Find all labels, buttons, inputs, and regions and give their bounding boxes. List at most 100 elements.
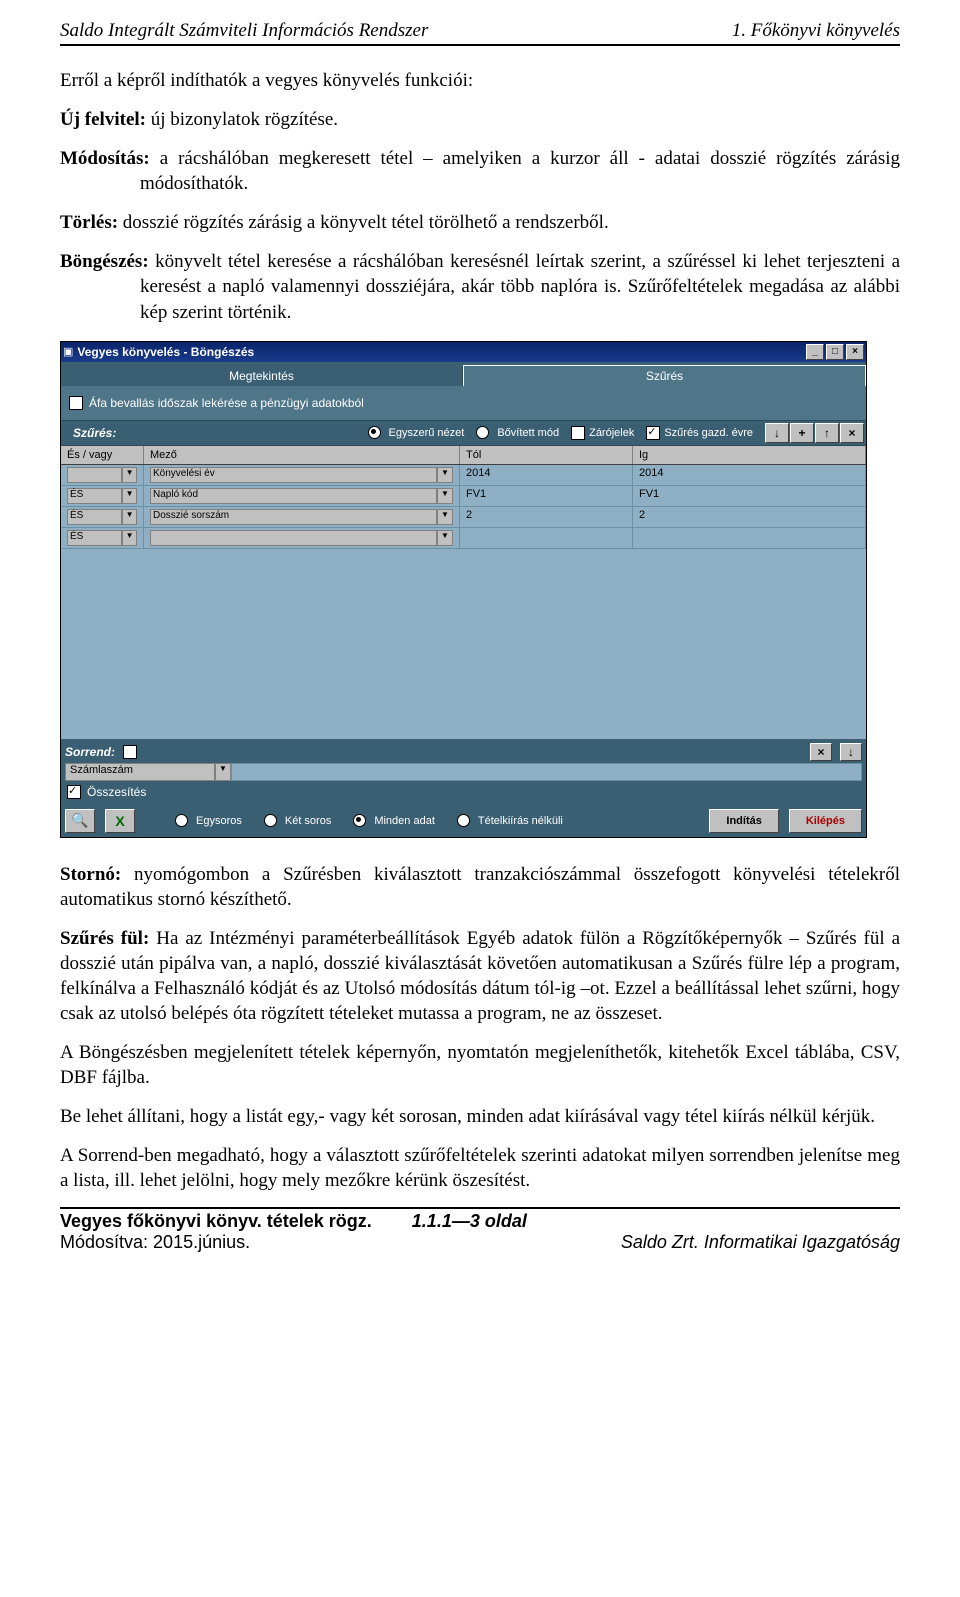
radio-egysoros[interactable] bbox=[175, 814, 188, 827]
checkbox-osszesites-label: Összesítés bbox=[87, 785, 146, 799]
from-cell[interactable]: 2 bbox=[460, 507, 633, 527]
close-button[interactable]: × bbox=[846, 344, 864, 360]
footer-modified: Módosítva: 2015.június. bbox=[60, 1232, 250, 1253]
tabbar: Megtekintés Szűrés bbox=[61, 362, 866, 386]
from-cell[interactable]: 2014 bbox=[460, 465, 633, 485]
field-dropdown[interactable]: Napló kód bbox=[150, 488, 437, 504]
lead-szuresful: Szűrés fül: bbox=[60, 928, 149, 949]
filter-row: ÉS▼ Dosszié sorszám▼ 2 2 bbox=[61, 507, 866, 528]
filter-label: Szűrés: bbox=[63, 426, 126, 440]
radio-egyszeru[interactable] bbox=[368, 426, 381, 439]
col-es-vagy: És / vagy bbox=[61, 446, 144, 464]
para-storno: Stornó: nyomógombon a Szűrésben kiválasz… bbox=[60, 862, 900, 912]
doc-footer: Vegyes főkönyvi könyv. tételek rögz. 1.1… bbox=[60, 1207, 900, 1253]
sorrend-delete-button[interactable]: × bbox=[810, 743, 832, 761]
tab-megtekintes[interactable]: Megtekintés bbox=[61, 366, 463, 386]
dropdown-arrow-icon[interactable]: ▼ bbox=[437, 509, 453, 525]
radio-egyszeru-label: Egyszerű nézet bbox=[389, 427, 465, 439]
radio-bovitett[interactable] bbox=[476, 426, 489, 439]
checkbox-afa[interactable] bbox=[69, 396, 83, 410]
para-intro: Erről a képről indíthatók a vegyes könyv… bbox=[60, 68, 900, 93]
filter-row: ÉS▼ ▼ bbox=[61, 528, 866, 549]
col-mezo: Mező bbox=[144, 446, 460, 464]
text-modositas: a rácshálóban megkeresett tétel – amelyi… bbox=[140, 148, 900, 194]
para-bongeszes: Böngészés: könyvelt tétel keresése a rác… bbox=[60, 249, 900, 324]
excel-button[interactable]: X bbox=[105, 809, 135, 833]
radio-tetelnelkul[interactable] bbox=[457, 814, 470, 827]
sorrend-label: Sorrend: bbox=[65, 745, 115, 759]
dropdown-arrow-icon[interactable]: ▼ bbox=[122, 488, 137, 504]
lead-torles: Törlés: bbox=[60, 212, 118, 233]
to-cell[interactable] bbox=[633, 528, 866, 548]
filter-add-button[interactable]: + bbox=[790, 423, 814, 443]
field-dropdown[interactable]: Könyvelési év bbox=[150, 467, 437, 483]
sort-field-dropdown[interactable]: Számlaszám bbox=[65, 763, 215, 781]
op-dropdown[interactable] bbox=[67, 467, 122, 483]
dropdown-arrow-icon[interactable]: ▼ bbox=[437, 530, 453, 546]
magnifier-icon: 🔍 bbox=[71, 812, 88, 829]
minimize-button[interactable]: _ bbox=[806, 344, 824, 360]
filter-up-button[interactable]: ↑ bbox=[815, 423, 839, 443]
lead-storno: Stornó: bbox=[60, 864, 121, 885]
radio-tetelnelkul-label: Tételkiírás nélküli bbox=[478, 815, 563, 827]
header-right: 1. Főkönyvi könyvelés bbox=[732, 20, 900, 42]
dropdown-arrow-icon[interactable]: ▼ bbox=[122, 530, 137, 546]
checkbox-afa-label: Áfa bevallás időszak lekérése a pénzügyi… bbox=[89, 396, 364, 410]
radio-ketsoros-label: Két soros bbox=[285, 815, 331, 827]
lead-modositas: Módosítás: bbox=[60, 148, 150, 169]
dropdown-arrow-icon[interactable]: ▼ bbox=[437, 488, 453, 504]
col-tol: Tól bbox=[460, 446, 633, 464]
text-szuresful: Ha az Intézményi paraméterbeállítások Eg… bbox=[60, 928, 900, 1024]
sorrend-down-button[interactable]: ↓ bbox=[840, 743, 862, 761]
para-torles: Törlés: dosszié rögzítés zárásig a könyv… bbox=[60, 210, 900, 235]
from-cell[interactable]: FV1 bbox=[460, 486, 633, 506]
to-cell[interactable]: 2 bbox=[633, 507, 866, 527]
checkbox-zarojel[interactable] bbox=[571, 426, 585, 440]
tab-szures[interactable]: Szűrés bbox=[463, 365, 866, 386]
preview-button[interactable]: 🔍 bbox=[65, 809, 95, 833]
sort-empty-field bbox=[231, 763, 862, 781]
window-title: Vegyes könyvelés - Böngészés bbox=[77, 345, 806, 359]
to-cell[interactable]: FV1 bbox=[633, 486, 866, 506]
para-sorrend: A Sorrend-ben megadható, hogy a választo… bbox=[60, 1143, 900, 1193]
dropdown-arrow-icon[interactable]: ▼ bbox=[122, 467, 137, 483]
filter-grid: És / vagy Mező Tól Ig ▼ Könyvelési év▼ 2… bbox=[61, 446, 866, 739]
embedded-screenshot: ▣ Vegyes könyvelés - Böngészés _ □ × Meg… bbox=[60, 341, 900, 838]
excel-icon: X bbox=[115, 813, 124, 829]
maximize-button[interactable]: □ bbox=[826, 344, 844, 360]
dropdown-arrow-icon[interactable]: ▼ bbox=[122, 509, 137, 525]
radio-ketsoros[interactable] bbox=[264, 814, 277, 827]
para-modositas: Módosítás: a rácshálóban megkeresett tét… bbox=[60, 146, 900, 196]
doc-header: Saldo Integrált Számviteli Információs R… bbox=[60, 20, 900, 46]
radio-bovitett-label: Bővített mód bbox=[497, 427, 559, 439]
bottom-bar: 🔍 X Egysoros Két soros Minden adat Tétel… bbox=[61, 805, 866, 837]
checkbox-gazd-evre[interactable] bbox=[646, 426, 660, 440]
op-dropdown[interactable]: ÉS bbox=[67, 488, 122, 504]
op-dropdown[interactable]: ÉS bbox=[67, 509, 122, 525]
radio-mindenadat[interactable] bbox=[353, 814, 366, 827]
filter-delete-button[interactable]: × bbox=[840, 423, 864, 443]
checkbox-zarojel-label: Zárójelek bbox=[589, 427, 634, 439]
checkbox-osszesites[interactable] bbox=[67, 785, 81, 799]
op-dropdown[interactable]: ÉS bbox=[67, 530, 122, 546]
header-left: Saldo Integrált Számviteli Információs R… bbox=[60, 20, 428, 42]
para-listabeallitas: Be lehet állítani, hogy a listát egy,- v… bbox=[60, 1104, 900, 1129]
text-ujfelvitel: új bizonylatok rögzítése. bbox=[146, 109, 338, 130]
radio-mindenadat-label: Minden adat bbox=[374, 815, 435, 827]
col-ig: Ig bbox=[633, 446, 866, 464]
lead-ujfelvitel: Új felvitel: bbox=[60, 109, 146, 130]
para-szuresful: Szűrés fül: Ha az Intézményi paraméterbe… bbox=[60, 926, 900, 1026]
to-cell[interactable]: 2014 bbox=[633, 465, 866, 485]
sorrend-checkbox[interactable] bbox=[123, 745, 137, 759]
para-bongeszes-export: A Böngészésben megjelenített tételek kép… bbox=[60, 1040, 900, 1090]
start-button[interactable]: Indítás bbox=[709, 809, 778, 833]
dropdown-arrow-icon[interactable]: ▼ bbox=[215, 763, 231, 781]
from-cell[interactable] bbox=[460, 528, 633, 548]
field-dropdown[interactable] bbox=[150, 530, 437, 546]
filter-down-button[interactable]: ↓ bbox=[765, 423, 789, 443]
dropdown-arrow-icon[interactable]: ▼ bbox=[437, 467, 453, 483]
exit-button[interactable]: Kilépés bbox=[789, 809, 862, 833]
footer-title: Vegyes főkönyvi könyv. tételek rögz. bbox=[60, 1211, 372, 1232]
field-dropdown[interactable]: Dosszié sorszám bbox=[150, 509, 437, 525]
footer-page: 1.1.1—3 oldal bbox=[412, 1211, 527, 1232]
